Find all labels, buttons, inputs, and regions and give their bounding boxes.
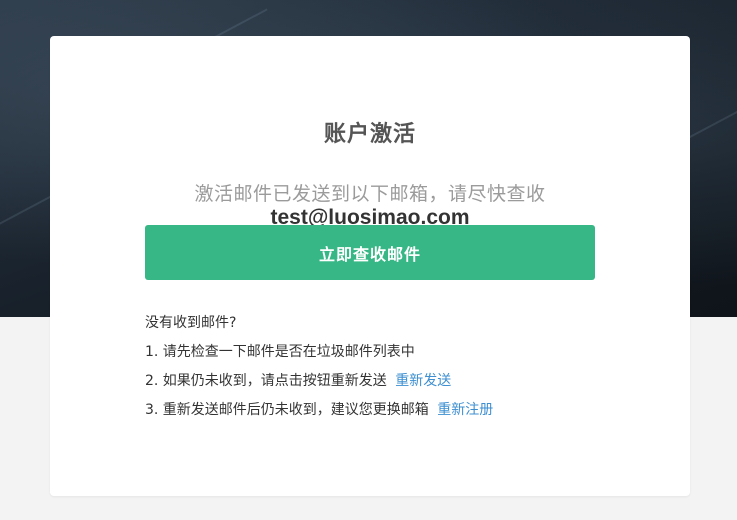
activation-subtitle: 激活邮件已发送到以下邮箱，请尽快查收 [194,183,546,205]
help-heading: 没有收到邮件? [145,315,237,331]
re-register-link[interactable]: 重新注册 [437,402,493,418]
activation-card: 账户激活 激活邮件已发送到以下邮箱，请尽快查收 test@luosimao.co… [50,36,690,496]
help-item: 2. 如果仍未收到，请点击按钮重新发送 重新发送 [145,367,645,396]
page-title: 账户激活 [323,122,416,147]
check-email-button[interactable]: 立即查收邮件 [145,225,595,280]
help-item-text: 1. 请先检查一下邮件是否在垃圾邮件列表中 [145,344,415,360]
help-section: 没有收到邮件? 1. 请先检查一下邮件是否在垃圾邮件列表中 2. 如果仍未收到，… [145,309,645,425]
resend-link[interactable]: 重新发送 [395,373,451,389]
help-item: 3. 重新发送邮件后仍未收到，建议您更换邮箱 重新注册 [145,396,645,425]
help-item: 1. 请先检查一下邮件是否在垃圾邮件列表中 [145,338,645,367]
help-item-text: 2. 如果仍未收到，请点击按钮重新发送 [145,373,387,389]
help-item-text: 3. 重新发送邮件后仍未收到，建议您更换邮箱 [145,402,429,418]
